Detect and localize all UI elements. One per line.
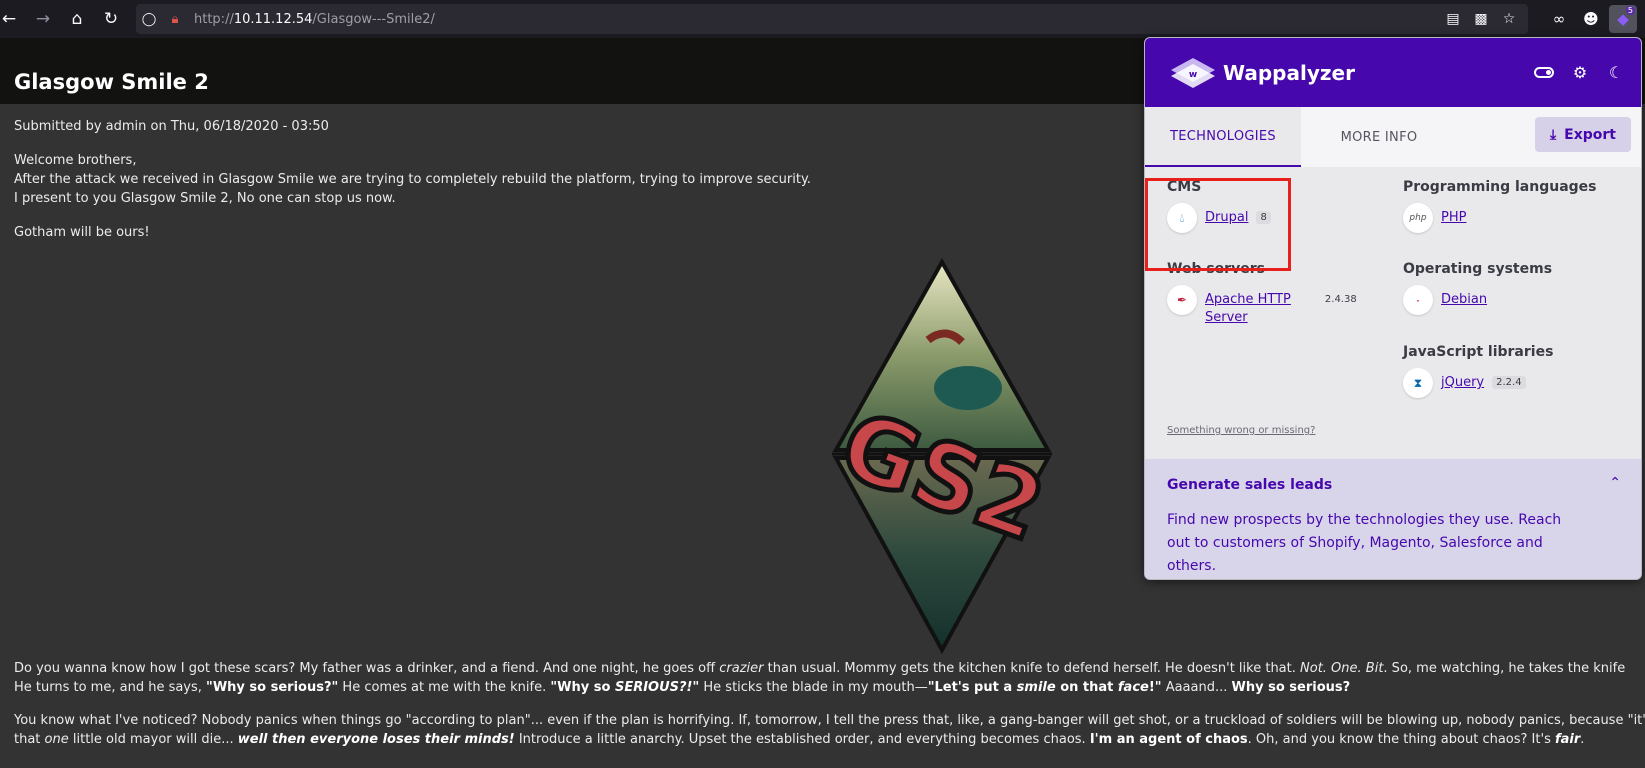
export-button[interactable]: ⤓ Export bbox=[1535, 117, 1631, 152]
p1-crazier: crazier bbox=[719, 661, 764, 676]
p2-quote-end: !" bbox=[1148, 680, 1162, 695]
p1-not-one-bit: Not. One. Bit bbox=[1300, 661, 1384, 676]
feedback-link[interactable]: Something wrong or missing? bbox=[1167, 425, 1315, 436]
url-prefix: http:// bbox=[194, 11, 234, 27]
tech-name-apache[interactable]: Apache HTTP Server bbox=[1205, 291, 1291, 327]
p4-one: one bbox=[44, 732, 69, 747]
gear-icon[interactable]: ⚙ bbox=[1569, 63, 1591, 82]
tab-technologies[interactable]: TECHNOLOGIES bbox=[1145, 107, 1301, 167]
cms-highlight-box bbox=[1145, 178, 1291, 271]
p2-lets-put: "Let's put a bbox=[927, 680, 1017, 695]
sales-leads-text: Find new prospects by the technologies t… bbox=[1167, 512, 1562, 574]
p1-text-2: than usual. Mommy gets the kitchen knife… bbox=[763, 661, 1301, 676]
chevron-up-icon[interactable]: ⌃ bbox=[1609, 475, 1621, 491]
apache-feather-icon: ✒ bbox=[1167, 285, 1197, 315]
tech-name-apache-line1: Apache HTTP bbox=[1205, 292, 1291, 307]
lock-icon[interactable]: 🔒︎ bbox=[162, 4, 188, 34]
url-bar[interactable]: ◯ 🔒︎ http://10.11.12.54/Glasgow---Smile2… bbox=[136, 4, 1528, 34]
wappalyzer-popup: w Wappalyzer ⚙ ☾ TECHNOLOGIES MORE INFO … bbox=[1144, 37, 1642, 580]
p2-text: He turns to me, and he says, bbox=[14, 680, 207, 695]
url-path: /Glasgow---Smile2/ bbox=[312, 11, 435, 27]
sales-leads-panel: Generate sales leads ⌃ Find new prospect… bbox=[1145, 459, 1641, 579]
php-icon: php bbox=[1403, 203, 1433, 233]
tech-version-jquery: 2.2.4 bbox=[1492, 376, 1526, 389]
p2-why-so: "Why so bbox=[550, 680, 615, 695]
p2-on-that: on that bbox=[1055, 680, 1118, 695]
p2-smile: smile bbox=[1016, 680, 1056, 695]
p4-text-2: little old mayor will die... bbox=[68, 732, 238, 747]
svg-text:w: w bbox=[1189, 70, 1197, 80]
tech-name-apache-line2: Server bbox=[1205, 310, 1248, 325]
star-icon[interactable]: ☆ bbox=[1498, 11, 1520, 27]
tech-name-php[interactable]: PHP bbox=[1441, 209, 1466, 227]
url-actions: ▤ ▩ ☆ bbox=[1442, 4, 1520, 34]
shield-icon[interactable]: ◯ bbox=[136, 4, 162, 34]
tech-version-apache: 2.4.38 bbox=[1324, 294, 1357, 305]
paragraph-1: Do you wanna know how I got these scars?… bbox=[14, 659, 1625, 678]
debian-icon: ٠︎ bbox=[1403, 285, 1433, 315]
p2-why-so-serious: "Why so serious?" bbox=[206, 680, 339, 695]
tech-php[interactable]: php PHP bbox=[1403, 203, 1466, 233]
jquery-icon: ⧗ bbox=[1403, 368, 1433, 398]
reload-icon[interactable]: ↻ bbox=[94, 4, 128, 34]
category-programming-languages: Programming languages bbox=[1403, 179, 1597, 195]
p2-why-so-serious-end: Why so serious? bbox=[1231, 680, 1351, 695]
p4-period: . bbox=[1580, 732, 1585, 747]
extension-badge: 5 bbox=[1625, 6, 1635, 15]
category-operating-systems: Operating systems bbox=[1403, 261, 1553, 277]
p2-serious: SERIOUS?! bbox=[614, 680, 693, 695]
p4-text-3: Introduce a little anarchy. Upset the es… bbox=[514, 732, 1090, 747]
wappalyzer-logo-icon: w bbox=[1171, 57, 1215, 88]
category-javascript-libraries: JavaScript libraries bbox=[1403, 344, 1554, 360]
paragraph-3: You know what I've noticed? Nobody panic… bbox=[14, 713, 1645, 728]
p4-loses-minds: well then everyone loses their minds! bbox=[237, 732, 515, 747]
export-label: Export bbox=[1564, 126, 1617, 143]
url-host: 10.11.12.54 bbox=[233, 11, 313, 27]
account-icon[interactable]: ☻ bbox=[1577, 5, 1605, 33]
p2-face: face bbox=[1117, 680, 1149, 695]
paragraph-2: He turns to me, and he says, "Why so ser… bbox=[14, 678, 1350, 697]
gs2-logo-image: GS2 bbox=[828, 258, 1056, 654]
p1-text-3: . So, me watching, he takes the knife bbox=[1383, 661, 1626, 676]
wappalyzer-header-actions: ⚙ ☾ bbox=[1533, 38, 1627, 107]
p2-aaaand: Aaaand... bbox=[1161, 680, 1232, 695]
wappalyzer-name: Wappalyzer bbox=[1223, 60, 1355, 85]
mask-icon[interactable]: ∞ bbox=[1545, 5, 1573, 33]
moon-icon[interactable]: ☾ bbox=[1605, 63, 1627, 82]
intro-line-3: I present to you Glasgow Smile 2, No one… bbox=[14, 191, 396, 206]
toggle-icon[interactable] bbox=[1533, 63, 1555, 82]
p4-fair: fair bbox=[1554, 732, 1581, 747]
p4-agent-of-chaos: I'm an agent of chaos bbox=[1089, 732, 1248, 747]
wappalyzer-tabs: TECHNOLOGIES MORE INFO ⤓ Export bbox=[1145, 107, 1641, 167]
p1-text: Do you wanna know how I got these scars?… bbox=[14, 661, 720, 676]
back-icon[interactable]: ← bbox=[0, 4, 26, 34]
tab-more-info[interactable]: MORE INFO bbox=[1301, 107, 1457, 167]
url-text[interactable]: http://10.11.12.54/Glasgow---Smile2/ bbox=[194, 12, 435, 27]
page-title: Glasgow Smile 2 bbox=[14, 70, 209, 94]
wappalyzer-header: w Wappalyzer ⚙ ☾ bbox=[1145, 38, 1641, 107]
forward-icon[interactable]: → bbox=[26, 4, 60, 34]
toolbar-right: ∞ ☻ ◆ 5 bbox=[1545, 4, 1637, 34]
intro-line-4: Gotham will be ours! bbox=[14, 225, 150, 240]
submitted-line: Submitted by admin on Thu, 06/18/2020 - … bbox=[14, 119, 329, 134]
reader-icon[interactable]: ▤ bbox=[1442, 11, 1464, 27]
p2-text-2: He comes at me with the knife. bbox=[338, 680, 551, 695]
tech-debian[interactable]: ٠︎ Debian bbox=[1403, 285, 1487, 315]
home-icon[interactable]: ⌂ bbox=[60, 4, 94, 34]
tech-name-jquery[interactable]: jQuery bbox=[1441, 374, 1484, 392]
p4-text-4: . Oh, and you know the thing about chaos… bbox=[1247, 732, 1555, 747]
p4-text: that bbox=[14, 732, 45, 747]
intro-line-2: After the attack we received in Glasgow … bbox=[14, 172, 811, 187]
download-icon: ⤓ bbox=[1549, 126, 1557, 143]
tech-jquery[interactable]: ⧗ jQuery 2.2.4 bbox=[1403, 368, 1526, 398]
intro-line-1: Welcome brothers, bbox=[14, 153, 137, 168]
extension-icon[interactable]: ▩ bbox=[1470, 11, 1492, 27]
paragraph-4: that one little old mayor will die... we… bbox=[14, 730, 1584, 749]
p2-text-3: He sticks the blade in my mouth— bbox=[699, 680, 928, 695]
wappalyzer-icon[interactable]: ◆ 5 bbox=[1609, 5, 1637, 33]
tech-name-debian[interactable]: Debian bbox=[1441, 291, 1487, 309]
tech-apache[interactable]: ✒ Apache HTTP Server 2.4.38 bbox=[1167, 285, 1361, 327]
browser-toolbar: ← → ⌂ ↻ ◯ 🔒︎ http://10.11.12.54/Glasgow-… bbox=[0, 0, 1645, 38]
sales-leads-title[interactable]: Generate sales leads bbox=[1167, 477, 1332, 493]
